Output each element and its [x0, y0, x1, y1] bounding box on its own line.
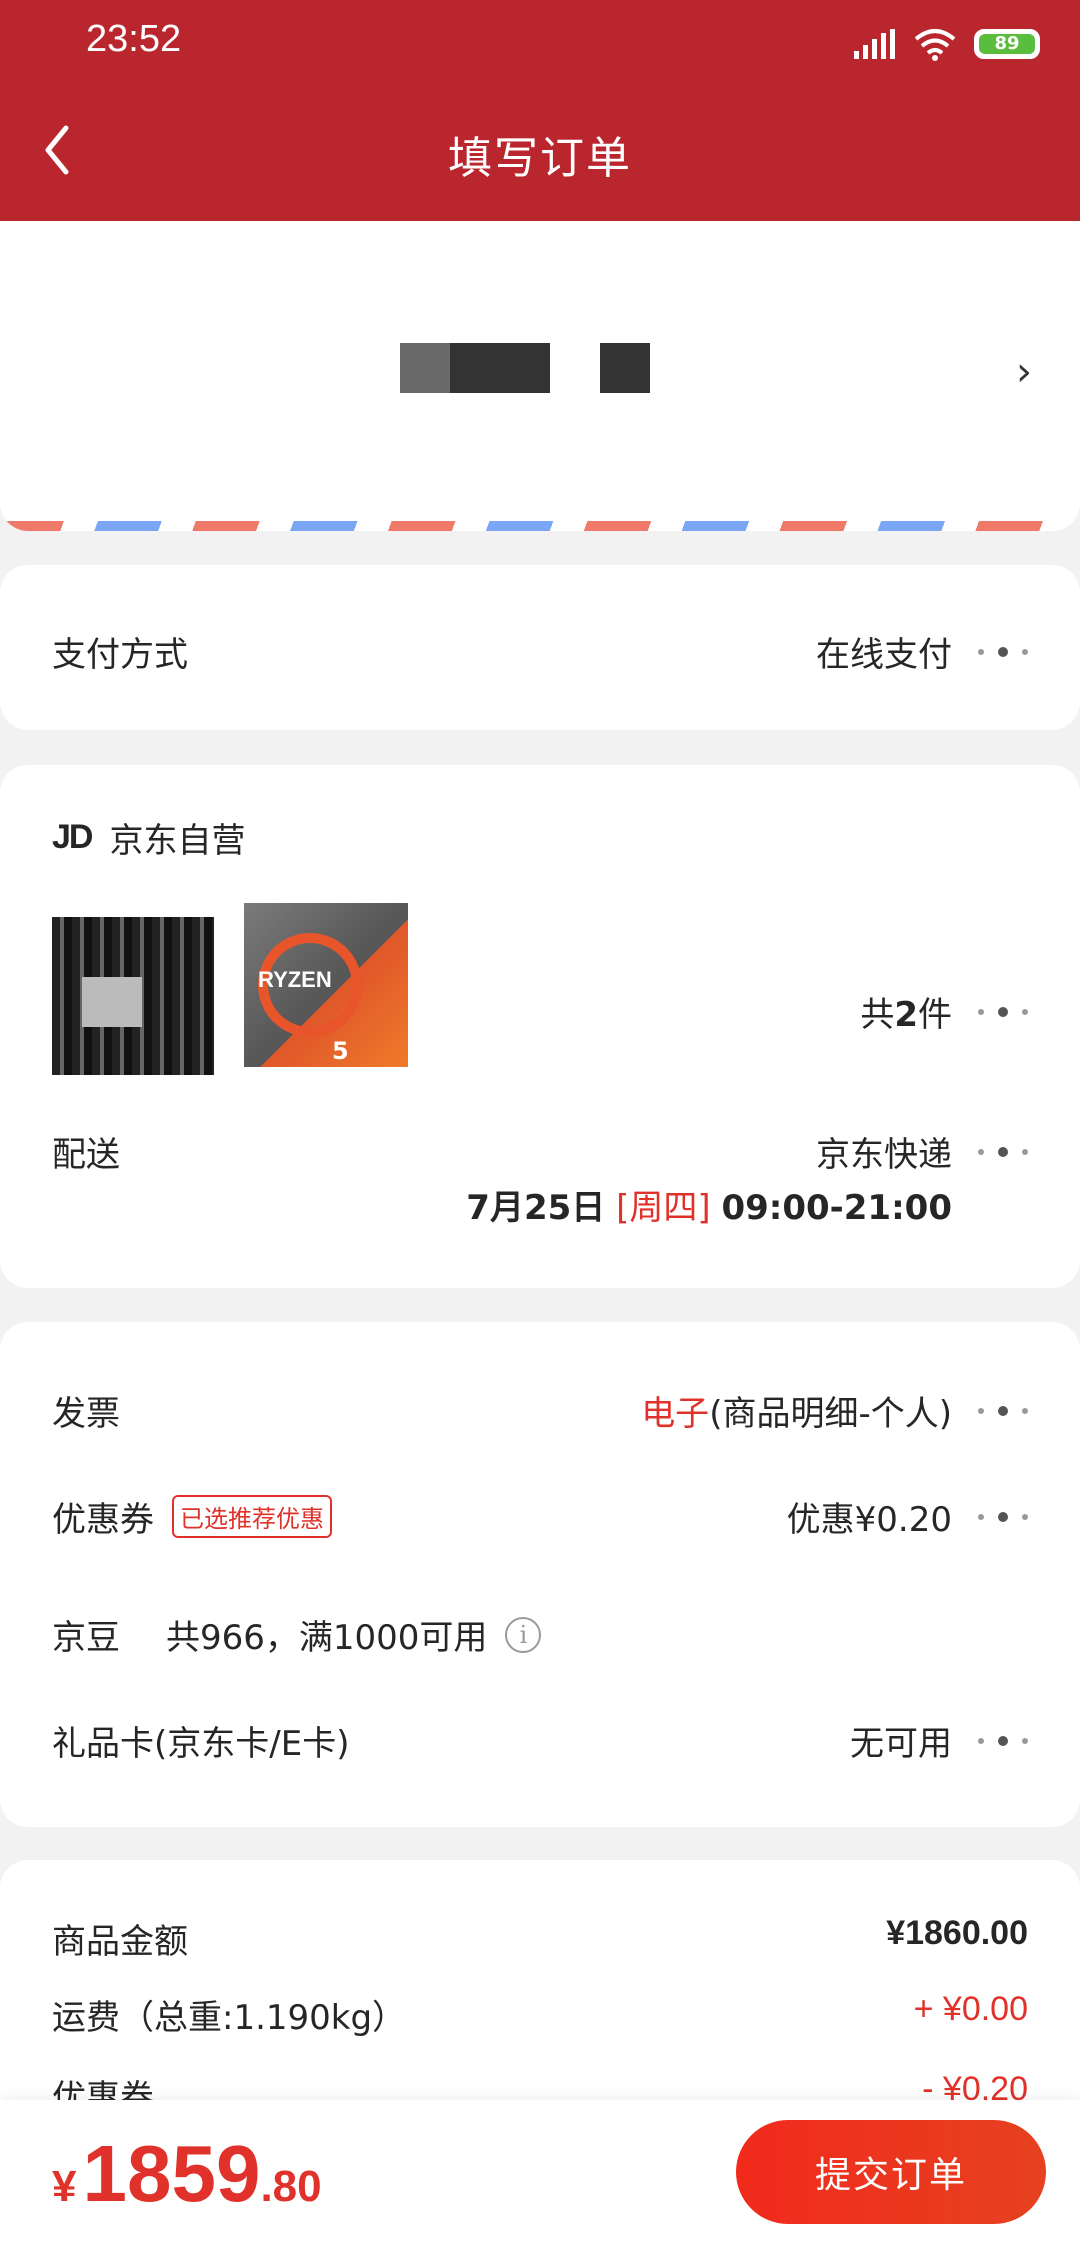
header: 23:52 89 填写订单	[0, 0, 1080, 221]
cpu-box-number: 5	[332, 1037, 349, 1065]
battery-level: 89	[979, 34, 1035, 54]
payment-label: 支付方式	[52, 635, 188, 675]
invoice-value: 电子(商品明细-个人)	[641, 1394, 952, 1434]
giftcard-row[interactable]: 礼品卡(京东卡/E卡) 无可用	[52, 1716, 1028, 1765]
coupon-label: 优惠券	[52, 1500, 154, 1540]
status-bar: 23:52 89	[0, 0, 1080, 90]
jd-logo-icon: JD	[52, 818, 93, 856]
battery-icon: 89	[974, 29, 1040, 59]
nav-bar: 填写订单	[0, 100, 1080, 200]
coupon-row[interactable]: 优惠券 已选推荐优惠 优惠¥0.20	[52, 1492, 1028, 1541]
beans-value: 共966，满1000可用	[166, 1618, 488, 1658]
goods-card: JD 京东自营 RYZEN 5 共2件 配送 京东快递 7月25日 [周四] 0…	[0, 765, 1080, 1288]
items-count: 共2件	[860, 995, 952, 1035]
address-redacted	[400, 343, 650, 393]
freight-row: 运费（总重:1.190kg） + ¥0.00	[52, 1990, 1028, 2039]
total-integer: 1859	[82, 2129, 261, 2218]
envelope-stripe	[0, 521, 1080, 531]
shop-name: 京东自营	[109, 821, 246, 861]
options-card: 发票 电子(商品明细-个人) 优惠券 已选推荐优惠 优惠¥0.20 京豆 共96…	[0, 1322, 1080, 1827]
goods-amount-row: 商品金额 ¥1860.00	[52, 1914, 1028, 1963]
status-time: 23:52	[86, 18, 182, 60]
redacted-block	[400, 343, 550, 393]
signal-icon	[854, 29, 896, 59]
delivery-label: 配送	[52, 1135, 120, 1175]
invoice-label: 发票	[52, 1394, 120, 1434]
delivery-value: 京东快递	[816, 1135, 952, 1175]
chevron-right-icon[interactable]: ›	[1016, 349, 1032, 395]
page-title: 填写订单	[448, 133, 632, 184]
total-price: ¥ 1859 .80	[52, 2128, 322, 2220]
status-icons: 89	[854, 24, 1040, 64]
beans-label: 京豆	[52, 1618, 120, 1658]
shop-title: JD 京东自营	[52, 813, 245, 862]
goods-amount-label: 商品金额	[52, 1922, 188, 1962]
delivery-row[interactable]: 配送 京东快递	[52, 1127, 1028, 1176]
product-thumbnail-cpu[interactable]: RYZEN 5	[244, 903, 408, 1067]
info-icon[interactable]: i	[505, 1616, 542, 1653]
invoice-row[interactable]: 发票 电子(商品明细-个人)	[52, 1386, 1028, 1435]
more-icon[interactable]	[978, 1507, 1028, 1527]
coupon-value: 优惠¥0.20	[786, 1500, 952, 1540]
redacted-block	[600, 343, 650, 393]
items-count-row[interactable]: 共2件	[52, 987, 1028, 1036]
bottom-bar: ¥ 1859 .80 提交订单	[0, 2100, 1080, 2244]
more-icon[interactable]	[978, 1002, 1028, 1022]
giftcard-label: 礼品卡(京东卡/E卡)	[52, 1724, 350, 1764]
total-decimal: .80	[260, 2162, 322, 2211]
giftcard-value: 无可用	[850, 1724, 952, 1764]
payment-value: 在线支付	[816, 635, 952, 675]
more-icon[interactable]	[978, 1731, 1028, 1751]
goods-amount-value: ¥1860.00	[886, 1914, 1028, 1952]
delivery-time-row: 7月25日 [周四] 09:00-21:00	[52, 1180, 952, 1229]
currency-symbol: ¥	[52, 2162, 77, 2211]
beans-row: 京豆 共966，满1000可用 i	[52, 1610, 1028, 1659]
freight-label: 运费（总重:1.190kg）	[52, 1998, 407, 2038]
payment-card[interactable]: 支付方式 在线支付	[0, 565, 1080, 730]
payment-row[interactable]: 支付方式 在线支付	[52, 627, 1028, 676]
coupon-tag: 已选推荐优惠	[172, 1495, 332, 1538]
freight-value: + ¥0.00	[913, 1990, 1028, 2028]
more-icon[interactable]	[978, 642, 1028, 662]
more-icon[interactable]	[978, 1142, 1028, 1162]
more-icon[interactable]	[978, 1401, 1028, 1421]
submit-order-button[interactable]: 提交订单	[736, 2120, 1046, 2224]
wifi-icon	[914, 29, 956, 61]
address-card[interactable]: ›	[0, 221, 1080, 531]
delivery-time: 7月25日 [周四] 09:00-21:00	[466, 1188, 952, 1228]
